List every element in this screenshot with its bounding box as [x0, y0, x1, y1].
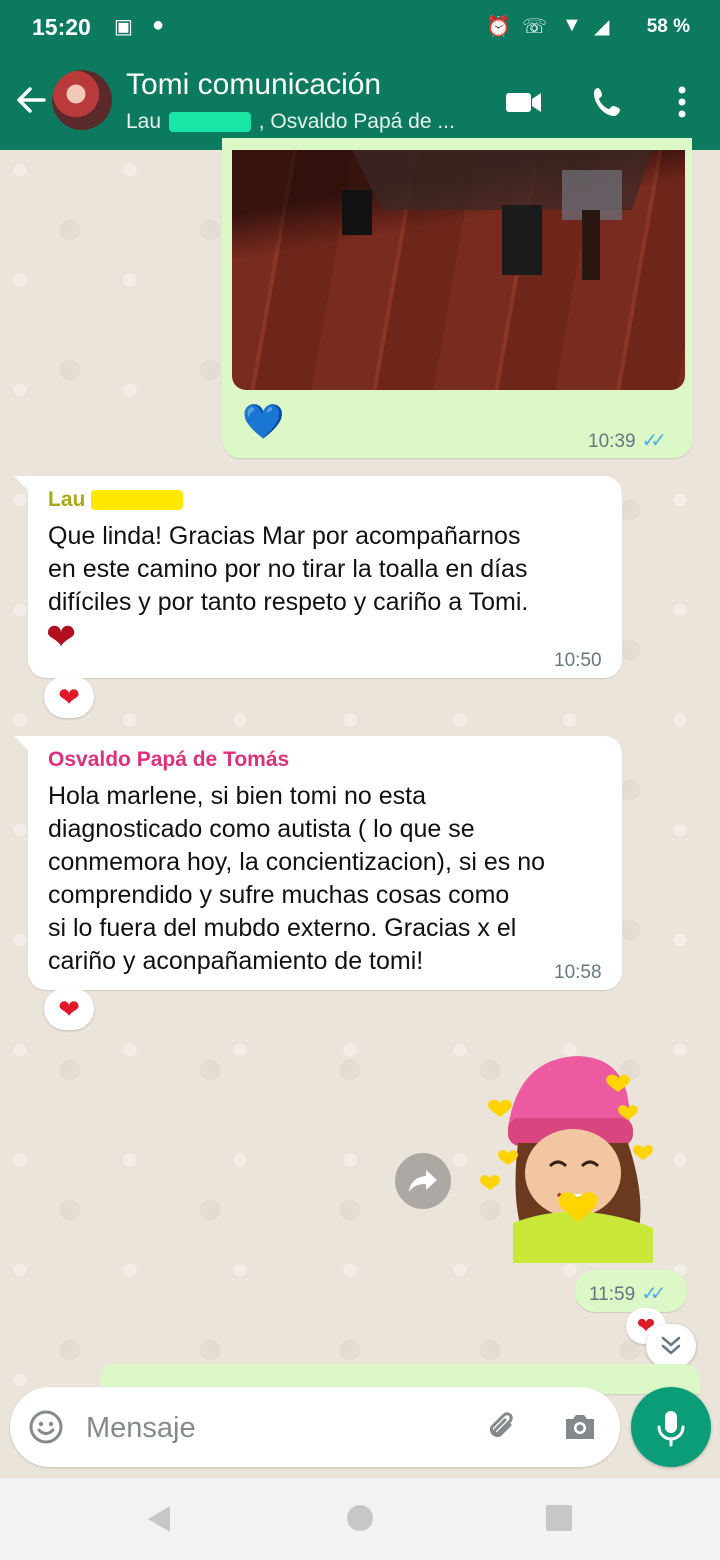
emoji-icon[interactable]	[28, 1409, 64, 1445]
incoming-message-bubble[interactable]: Osvaldo Papá de Tomás Hola marlene, si b…	[28, 736, 622, 990]
message-time: 10:50	[554, 650, 602, 671]
sender-name: Lau	[48, 488, 184, 512]
video-call-icon[interactable]	[504, 82, 544, 122]
sender-name: Osvaldo Papá de Tomás	[48, 748, 290, 771]
shared-photo[interactable]	[232, 150, 685, 390]
time-label: 11:59	[589, 1284, 636, 1305]
incoming-message-bubble[interactable]: Lau Que linda! Gracias Mar por acompañar…	[28, 476, 622, 678]
chat-title[interactable]: Tomi comunicación	[126, 68, 381, 102]
volte-icon: ☏	[522, 16, 548, 38]
sticker-image[interactable]	[478, 1048, 678, 1268]
attach-icon[interactable]	[482, 1407, 522, 1447]
forward-icon[interactable]	[395, 1153, 451, 1209]
redaction-mark	[168, 112, 251, 133]
red-heart-emoji: ❤	[46, 616, 77, 657]
group-avatar[interactable]	[52, 70, 112, 130]
message-line: cariño y aconpañamiento de tomi!	[48, 947, 424, 975]
back-arrow-icon[interactable]	[14, 80, 48, 120]
message-line: Hola marlene, si bien tomi no esta	[48, 782, 426, 810]
battery-level: 58 %	[646, 16, 690, 37]
blue-heart-emoji: 💙	[242, 403, 285, 441]
message-time: 10:58	[554, 962, 602, 983]
chat-notification-icon: ●	[152, 14, 165, 36]
phone-icon[interactable]	[588, 82, 628, 122]
nav-recents-icon[interactable]	[544, 1503, 574, 1533]
message-line: difíciles y por tanto respeto y cariño a…	[48, 588, 529, 616]
alarm-icon: ⏰	[486, 16, 511, 38]
mic-icon[interactable]	[631, 1387, 711, 1467]
redaction-mark	[91, 490, 184, 511]
participant-osvaldo: , Osvaldo Papá de ...	[258, 110, 455, 133]
message-line: si lo fuera del mubdo externo. Gracias x…	[48, 914, 517, 942]
sticker-time-bubble: 11:59 ✓✓	[575, 1270, 687, 1312]
chat-header: Tomi comunicación Lau , Osvaldo Papá de …	[0, 56, 720, 150]
sender-label: Lau	[48, 488, 86, 511]
reaction-heart-icon[interactable]: ❤	[44, 988, 94, 1030]
wifi-icon: ▼	[562, 14, 582, 36]
message-line: Que linda! Gracias Mar por acompañarnos	[48, 522, 521, 550]
read-ticks-icon: ✓✓	[641, 430, 667, 452]
signal-icon: ◢	[594, 16, 610, 38]
camera-icon[interactable]	[560, 1407, 600, 1447]
more-vert-icon[interactable]	[662, 82, 702, 122]
read-ticks-icon: ✓✓	[641, 1283, 666, 1305]
chat-participants[interactable]: Lau , Osvaldo Papá de ...	[126, 110, 455, 134]
nav-back-icon[interactable]	[144, 1502, 174, 1536]
notification-icon: ▣	[114, 16, 133, 38]
message-input[interactable]	[84, 1405, 468, 1451]
message-composer	[10, 1387, 620, 1467]
participant-lau: Lau	[126, 110, 162, 133]
nav-home-icon[interactable]	[344, 1502, 376, 1534]
reaction-heart-icon[interactable]: ❤	[44, 676, 94, 718]
time-label: 10:39	[588, 431, 636, 452]
status-bar: 15:20 ▣ ● ⏰ ☏ ▼ ◢ 58 %	[0, 0, 720, 56]
chevron-double-down-icon[interactable]	[646, 1324, 696, 1368]
system-nav-bar	[0, 1478, 720, 1560]
message-line: comprendido y sufre muchas cosas como	[48, 881, 510, 909]
message-line: en este camino por no tirar la toalla en…	[48, 555, 528, 583]
message-line: diagnosticado como autista ( lo que se	[48, 815, 475, 843]
status-time: 15:20	[32, 14, 91, 40]
message-time: 10:39 ✓✓	[588, 428, 667, 453]
message-time: 11:59 ✓✓	[589, 1281, 666, 1306]
message-line: conmemora hoy, la concientizacion), si e…	[48, 848, 545, 876]
